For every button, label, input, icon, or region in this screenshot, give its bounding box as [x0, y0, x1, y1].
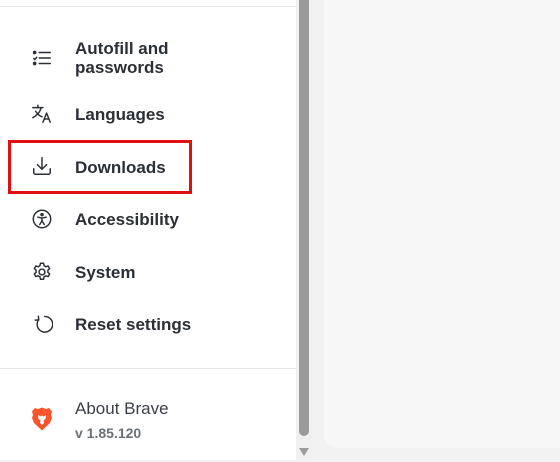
sidebar-item-accessibility[interactable]: Accessibility — [0, 206, 296, 234]
about-title: About Brave — [75, 399, 169, 418]
accessibility-icon — [30, 207, 54, 231]
sidebar-item-label: Reset settings — [75, 315, 192, 334]
sidebar-item-label: Accessibility — [75, 210, 179, 229]
brave-lion-icon — [30, 406, 54, 432]
highlight-box — [8, 140, 192, 194]
version-label: v 1.85.120 — [75, 425, 142, 441]
sidebar-item-reset-settings[interactable]: Reset settings — [0, 310, 296, 338]
list-icon — [30, 46, 54, 70]
sidebar-item-label: Autofill and passwords — [75, 39, 169, 77]
divider — [0, 6, 296, 7]
settings-sidebar: Autofill and passwords Languages Downloa… — [0, 0, 296, 460]
scrollbar-thumb[interactable] — [299, 0, 309, 436]
reset-icon — [30, 312, 54, 336]
translate-icon — [30, 102, 54, 126]
about-brave-link[interactable]: About Brave v 1.85.120 — [0, 390, 296, 446]
divider — [0, 368, 296, 369]
sidebar-item-label: System — [75, 263, 136, 282]
scroll-down-arrow-icon[interactable] — [297, 444, 311, 456]
sidebar-item-label: Languages — [75, 105, 165, 124]
sidebar-item-system[interactable]: System — [0, 258, 296, 286]
sidebar-item-autofill[interactable]: Autofill and passwords — [0, 38, 296, 78]
gear-icon — [30, 260, 54, 284]
settings-content-pane — [324, 0, 560, 448]
sidebar-item-languages[interactable]: Languages — [0, 100, 296, 128]
